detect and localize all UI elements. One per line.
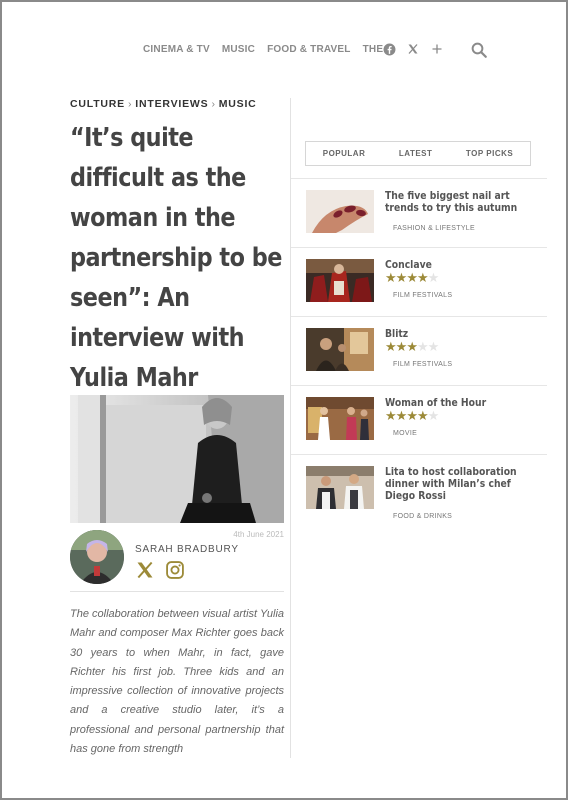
sidebar-item-title: The five biggest nail art trends to try … xyxy=(385,190,518,214)
sidebar-thumbnail xyxy=(306,397,374,440)
breadcrumb-culture[interactable]: CULTURE xyxy=(70,98,125,110)
nav-item-food-travel[interactable]: FOOD & TRAVEL xyxy=(267,44,351,55)
author-avatar[interactable] xyxy=(70,530,124,584)
sidebar-item-lita-dinner[interactable]: Lita to host collaboration dinner with M… xyxy=(291,454,547,536)
star-icon: ★ xyxy=(395,339,408,354)
nav-menu: CINEMA & TV MUSIC FOOD & TRAVEL THE xyxy=(143,44,383,55)
nav-icons xyxy=(382,42,444,56)
star-icon: ★ xyxy=(406,339,418,354)
author-name[interactable]: SARAH BRADBURY xyxy=(135,544,239,555)
x-icon[interactable] xyxy=(135,560,155,585)
sidebar-item-woman-of-the-hour[interactable]: Woman of the Hour ★★★★★ MOVIE xyxy=(291,385,547,454)
divider xyxy=(70,591,284,592)
search-icon[interactable] xyxy=(470,41,488,64)
star-icon: ★ xyxy=(416,408,429,423)
nav-item-cinema-tv[interactable]: CINEMA & TV xyxy=(143,44,210,55)
sidebar-item-category: FOOD & DRINKS xyxy=(393,513,453,520)
sidebar-item-category: FILM FESTIVALS xyxy=(393,292,453,299)
sidebar-tabs: POPULAR LATEST TOP PICKS xyxy=(305,141,531,166)
plus-icon[interactable] xyxy=(430,42,444,56)
chevron-right-icon: › xyxy=(127,98,133,110)
sidebar-item-conclave[interactable]: Conclave ★★★★★ FILM FESTIVALS xyxy=(291,247,547,316)
sidebar-item-category: FILM FESTIVALS xyxy=(393,361,453,368)
star-icon: ★ xyxy=(427,270,440,285)
star-icon: ★ xyxy=(416,270,429,285)
sidebar-item-nail-art[interactable]: The five biggest nail art trends to try … xyxy=(291,178,547,247)
sidebar-thumbnail xyxy=(306,328,374,371)
author-block: 4th June 2021 SARAH BRADBURY xyxy=(70,530,284,590)
chevron-right-icon: › xyxy=(211,98,216,110)
tab-top-picks[interactable]: TOP PICKS xyxy=(466,149,513,158)
sidebar-item-title: Lita to host collaboration dinner with M… xyxy=(385,466,517,502)
sidebar-item-category: FASHION & LIFESTYLE xyxy=(393,225,475,232)
sidebar-item-category: MOVIE xyxy=(393,430,418,437)
sidebar-thumbnail xyxy=(306,190,374,233)
star-rating: ★★★★★ xyxy=(385,270,440,285)
sidebar-thumbnail xyxy=(306,259,374,302)
facebook-icon[interactable] xyxy=(382,42,396,56)
nav-item-music[interactable]: MUSIC xyxy=(222,44,255,55)
top-navigation: CINEMA & TV MUSIC FOOD & TRAVEL THE xyxy=(0,40,568,64)
star-rating: ★★★★★ xyxy=(385,408,440,423)
sidebar-thumbnail xyxy=(306,466,374,509)
star-icon: ★ xyxy=(385,270,397,285)
instagram-icon[interactable] xyxy=(165,560,185,585)
tab-popular[interactable]: POPULAR xyxy=(323,149,366,158)
nav-item-the[interactable]: THE xyxy=(363,44,384,55)
article-hero-image xyxy=(70,395,284,523)
star-icon: ★ xyxy=(406,408,418,423)
article-date: 4th June 2021 xyxy=(233,530,284,539)
tab-latest[interactable]: LATEST xyxy=(399,149,433,158)
star-icon: ★ xyxy=(395,408,408,423)
breadcrumb-interviews[interactable]: INTERVIEWS xyxy=(135,98,208,110)
x-icon[interactable] xyxy=(406,42,420,56)
star-icon: ★ xyxy=(427,408,440,423)
article-column: CULTURE › INTERVIEWS › MUSIC “It’s quite dif… xyxy=(70,98,290,755)
article-lede: The collaboration between visual artist … xyxy=(70,608,285,756)
star-icon: ★ xyxy=(395,270,408,285)
article-title: “It’s quite difficult as the woman in th… xyxy=(70,123,282,393)
star-icon: ★ xyxy=(385,408,397,423)
star-icon: ★ xyxy=(416,339,429,354)
author-social-links xyxy=(135,560,185,585)
star-rating: ★★★★★ xyxy=(385,339,440,354)
star-icon: ★ xyxy=(385,339,397,354)
star-icon: ★ xyxy=(406,270,418,285)
breadcrumb-music[interactable]: MUSIC xyxy=(219,98,257,110)
star-icon: ★ xyxy=(427,339,440,354)
sidebar-item-blitz[interactable]: Blitz ★★★★★ FILM FESTIVALS xyxy=(291,316,547,385)
sidebar-list: The five biggest nail art trends to try … xyxy=(291,178,547,536)
breadcrumb: CULTURE › INTERVIEWS › MUSIC xyxy=(70,98,290,110)
